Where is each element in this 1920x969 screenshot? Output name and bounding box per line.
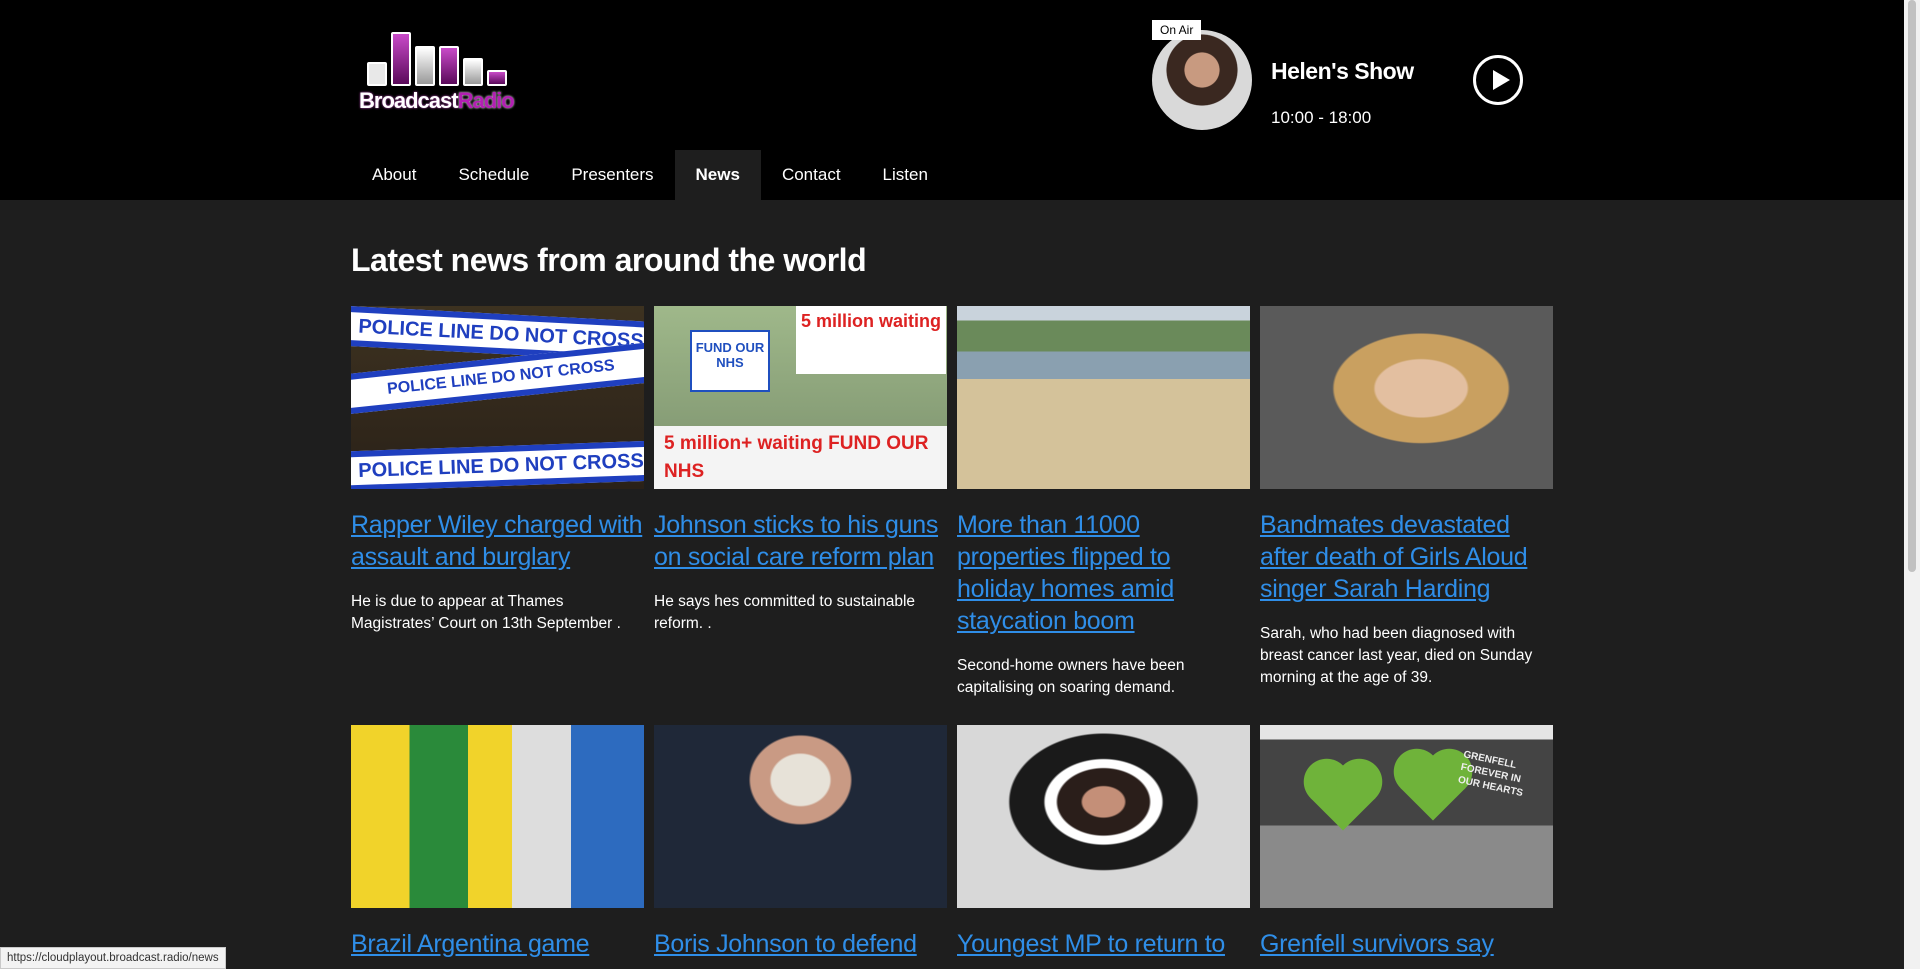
news-card: POLICE LINE DO NOT CROSS POLICE LINE DO … (351, 306, 644, 699)
news-card: Brazil Argentina game (351, 725, 644, 969)
news-image[interactable] (957, 306, 1250, 489)
news-summary: Second-home owners have been capitalisin… (957, 657, 1185, 696)
heart-icon (1310, 765, 1376, 831)
news-title-link[interactable]: More than 11000 properties flipped to ho… (957, 509, 1250, 637)
news-image[interactable]: 5 million waiting FUND OUR NHS 5 million… (654, 306, 947, 489)
news-grid: POLICE LINE DO NOT CROSS POLICE LINE DO … (351, 306, 1553, 969)
news-card: 5 million waiting FUND OUR NHS 5 million… (654, 306, 947, 699)
news-title-link[interactable]: Youngest MP to return to (957, 928, 1250, 960)
show-time: 10:00 - 18:00 (1271, 108, 1372, 127)
logo-text: BroadcastRadio (359, 88, 515, 113)
show-title: Helen's Show (1271, 58, 1414, 84)
scrollbar-thumb[interactable] (1908, 0, 1916, 572)
nav-contact[interactable]: Contact (761, 150, 862, 200)
news-card: Youngest MP to return to (957, 725, 1250, 969)
nav-about[interactable]: About (351, 150, 437, 200)
news-card: GRENFELL FOREVER IN OUR HEARTS Grenfell … (1260, 725, 1553, 969)
news-image[interactable] (654, 725, 947, 908)
page-title: Latest news from around the world (351, 242, 867, 278)
news-image[interactable] (957, 725, 1250, 908)
news-card: Boris Johnson to defend (654, 725, 947, 969)
news-image[interactable]: GRENFELL FOREVER IN OUR HEARTS (1260, 725, 1553, 908)
nav-news[interactable]: News (674, 150, 761, 200)
nav-presenters[interactable]: Presenters (550, 150, 674, 200)
nav-schedule[interactable]: Schedule (437, 150, 550, 200)
nav-listen[interactable]: Listen (862, 150, 949, 200)
heart-icon (1400, 755, 1466, 821)
news-card: Bandmates devastated after death of Girl… (1260, 306, 1553, 699)
news-title-link[interactable]: Boris Johnson to defend (654, 928, 947, 960)
status-bar-url: https://cloudplayout.broadcast.radio/new… (0, 947, 226, 969)
news-title-link[interactable]: Johnson sticks to his guns on social car… (654, 509, 947, 573)
news-title-link[interactable]: Grenfell survivors say (1260, 928, 1553, 960)
news-image[interactable]: POLICE LINE DO NOT CROSS POLICE LINE DO … (351, 306, 644, 489)
on-air-badge: On Air (1152, 20, 1202, 40)
broadcast-radio-logo[interactable]: BroadcastRadio (359, 28, 515, 116)
news-image[interactable] (1260, 306, 1553, 489)
site-header: BroadcastRadio On Air Helen's Show 10:00… (0, 0, 1904, 200)
news-card: More than 11000 properties flipped to ho… (957, 306, 1250, 699)
news-summary: Sarah, who had been diagnosed with breas… (1260, 625, 1533, 686)
presenter-avatar (1152, 30, 1252, 130)
logo-bars-icon (367, 32, 507, 86)
page-scrollbar[interactable] (1904, 0, 1920, 969)
play-button[interactable] (1473, 55, 1523, 105)
news-title-link[interactable]: Bandmates devastated after death of Girl… (1260, 509, 1553, 605)
news-title-link[interactable]: Rapper Wiley charged with assault and bu… (351, 509, 644, 573)
news-summary: He is due to appear at Thames Magistrate… (351, 593, 621, 632)
news-summary: He says hes committed to sustainable ref… (654, 593, 916, 632)
main-nav: About Schedule Presenters News Contact L… (351, 150, 949, 200)
news-title-link[interactable]: Brazil Argentina game (351, 928, 644, 960)
news-image[interactable] (351, 725, 644, 908)
